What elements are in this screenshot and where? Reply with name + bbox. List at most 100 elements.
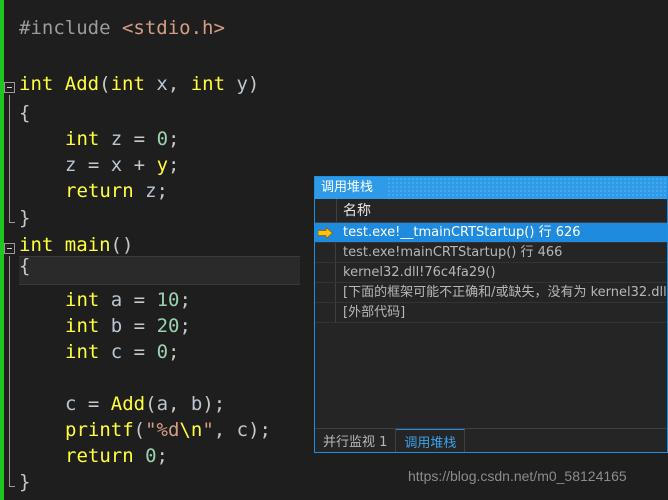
code-token: , — [168, 393, 191, 415]
call-stack-tab[interactable]: 调用堆栈 — [396, 429, 466, 452]
code-token: ; — [168, 341, 180, 363]
call-stack-tab[interactable]: 并行监视 1 — [315, 429, 397, 452]
code-token: ; — [156, 180, 168, 202]
code-line[interactable]: #include <stdio.h> — [19, 14, 225, 43]
code-token: y — [236, 73, 248, 95]
call-stack-frame-label: test.exe!__tmainCRTStartup() 行 626 — [343, 225, 581, 240]
code-token: 10 — [156, 289, 180, 311]
call-stack-row[interactable]: [外部代码] — [315, 303, 667, 323]
watermark-url: https://blog.csdn.net/m0_58124165 — [408, 468, 627, 484]
call-stack-frame-label: test.exe!mainCRTStartup() 行 466 — [343, 245, 563, 260]
code-token: ; — [179, 289, 191, 311]
code-token: return — [65, 445, 134, 467]
code-line[interactable]: { — [19, 99, 30, 128]
call-stack-row-indicator — [315, 303, 336, 322]
code-token: a — [110, 289, 123, 311]
code-token: 0 — [156, 341, 169, 363]
code-token: c — [65, 393, 77, 415]
call-stack-row[interactable]: kernel32.dll!76c4fa29() — [315, 263, 667, 283]
code-token: "%d — [145, 419, 180, 441]
code-token: y — [156, 154, 169, 176]
column-separator — [336, 199, 337, 222]
code-token: \n — [179, 419, 203, 441]
call-stack-row[interactable]: [下面的框架可能不正确和/或缺失，没有为 kernel32.dll 加载符号] — [315, 283, 667, 303]
code-token: = — [122, 289, 157, 311]
code-token: = — [76, 393, 111, 415]
code-token: ( — [99, 73, 111, 95]
code-token: { — [19, 102, 31, 124]
code-token: = — [76, 154, 111, 176]
call-stack-frame-label: kernel32.dll!76c4fa29() — [343, 265, 496, 280]
code-line[interactable]: printf("%d\n", c); — [19, 416, 271, 445]
code-token: ( — [133, 419, 146, 441]
code-token: int — [65, 289, 100, 311]
call-stack-tab-label: 并行监视 1 — [323, 435, 388, 450]
code-line[interactable]: { — [19, 252, 30, 281]
call-stack-row[interactable]: test.exe!__tmainCRTStartup() 行 626 — [315, 223, 667, 243]
code-token: int — [65, 341, 100, 363]
code-token: b — [110, 315, 123, 337]
code-line[interactable]: int c = 0; — [19, 338, 179, 367]
code-line[interactable]: int main() — [19, 231, 133, 260]
code-token: 20 — [156, 315, 180, 337]
code-token: ( — [145, 393, 157, 415]
code-token: = — [122, 128, 157, 150]
call-stack-row-indicator — [315, 243, 336, 262]
call-stack-tab-strip[interactable]: 并行监视 1 调用堆栈 — [315, 428, 667, 452]
code-token: int — [65, 315, 100, 337]
call-stack-title-text: 调用堆栈 — [321, 180, 374, 195]
code-token: c — [110, 341, 123, 363]
code-token: ; — [168, 154, 180, 176]
call-stack-row-indicator — [315, 263, 336, 282]
code-token: 0 — [156, 128, 169, 150]
code-token: main — [64, 234, 111, 256]
call-stack-column-header[interactable]: 名称 — [315, 199, 667, 223]
code-line[interactable]: int a = 10; — [19, 286, 191, 315]
current-frame-arrow-icon — [318, 227, 333, 239]
code-token: + — [122, 154, 157, 176]
code-token: , — [167, 73, 191, 95]
code-line[interactable]: c = Add(a, b); — [19, 390, 225, 419]
code-token: <stdio.h> — [121, 17, 225, 39]
code-token: a — [156, 393, 169, 415]
code-line[interactable]: return z; — [19, 177, 168, 206]
call-stack-row-indicator — [315, 283, 336, 302]
code-token: z — [65, 154, 77, 176]
code-token: ; — [156, 445, 168, 467]
code-token: Add — [110, 393, 146, 415]
code-token: , — [213, 419, 237, 441]
call-stack-panel[interactable]: 调用堆栈 名称 test.exe!__tmainCRTStartup() 行 6… — [314, 176, 668, 453]
code-token: ) — [247, 73, 260, 95]
call-stack-frame-label: [下面的框架可能不正确和/或缺失，没有为 kernel32.dll 加载符号] — [343, 285, 667, 300]
call-stack-tab-label: 调用堆栈 — [404, 435, 457, 451]
code-line[interactable]: } — [19, 468, 30, 497]
code-token: c — [236, 419, 249, 441]
code-line[interactable]: z = x + y; — [19, 151, 179, 180]
code-line[interactable]: } — [19, 204, 30, 233]
code-token: = — [122, 315, 157, 337]
call-stack-rows[interactable]: test.exe!__tmainCRTStartup() 行 626 test.e… — [315, 223, 667, 428]
code-line[interactable]: return 0; — [19, 442, 168, 471]
code-token: x — [110, 154, 123, 176]
code-token: ; — [168, 128, 180, 150]
code-line[interactable]: int Add(int x, int y) — [19, 70, 259, 99]
code-token: printf — [65, 419, 134, 441]
code-line[interactable]: int z = 0; — [19, 125, 179, 154]
call-stack-row[interactable]: test.exe!mainCRTStartup() 行 466 — [315, 243, 667, 263]
call-stack-title-bar[interactable]: 调用堆栈 — [315, 177, 667, 199]
call-stack-frame-label: [外部代码] — [343, 305, 406, 320]
code-token: " — [202, 419, 214, 441]
code-token: x — [156, 73, 168, 95]
code-line[interactable]: int b = 20; — [19, 312, 191, 341]
code-token: ); — [202, 393, 226, 415]
code-token: int — [65, 128, 100, 150]
